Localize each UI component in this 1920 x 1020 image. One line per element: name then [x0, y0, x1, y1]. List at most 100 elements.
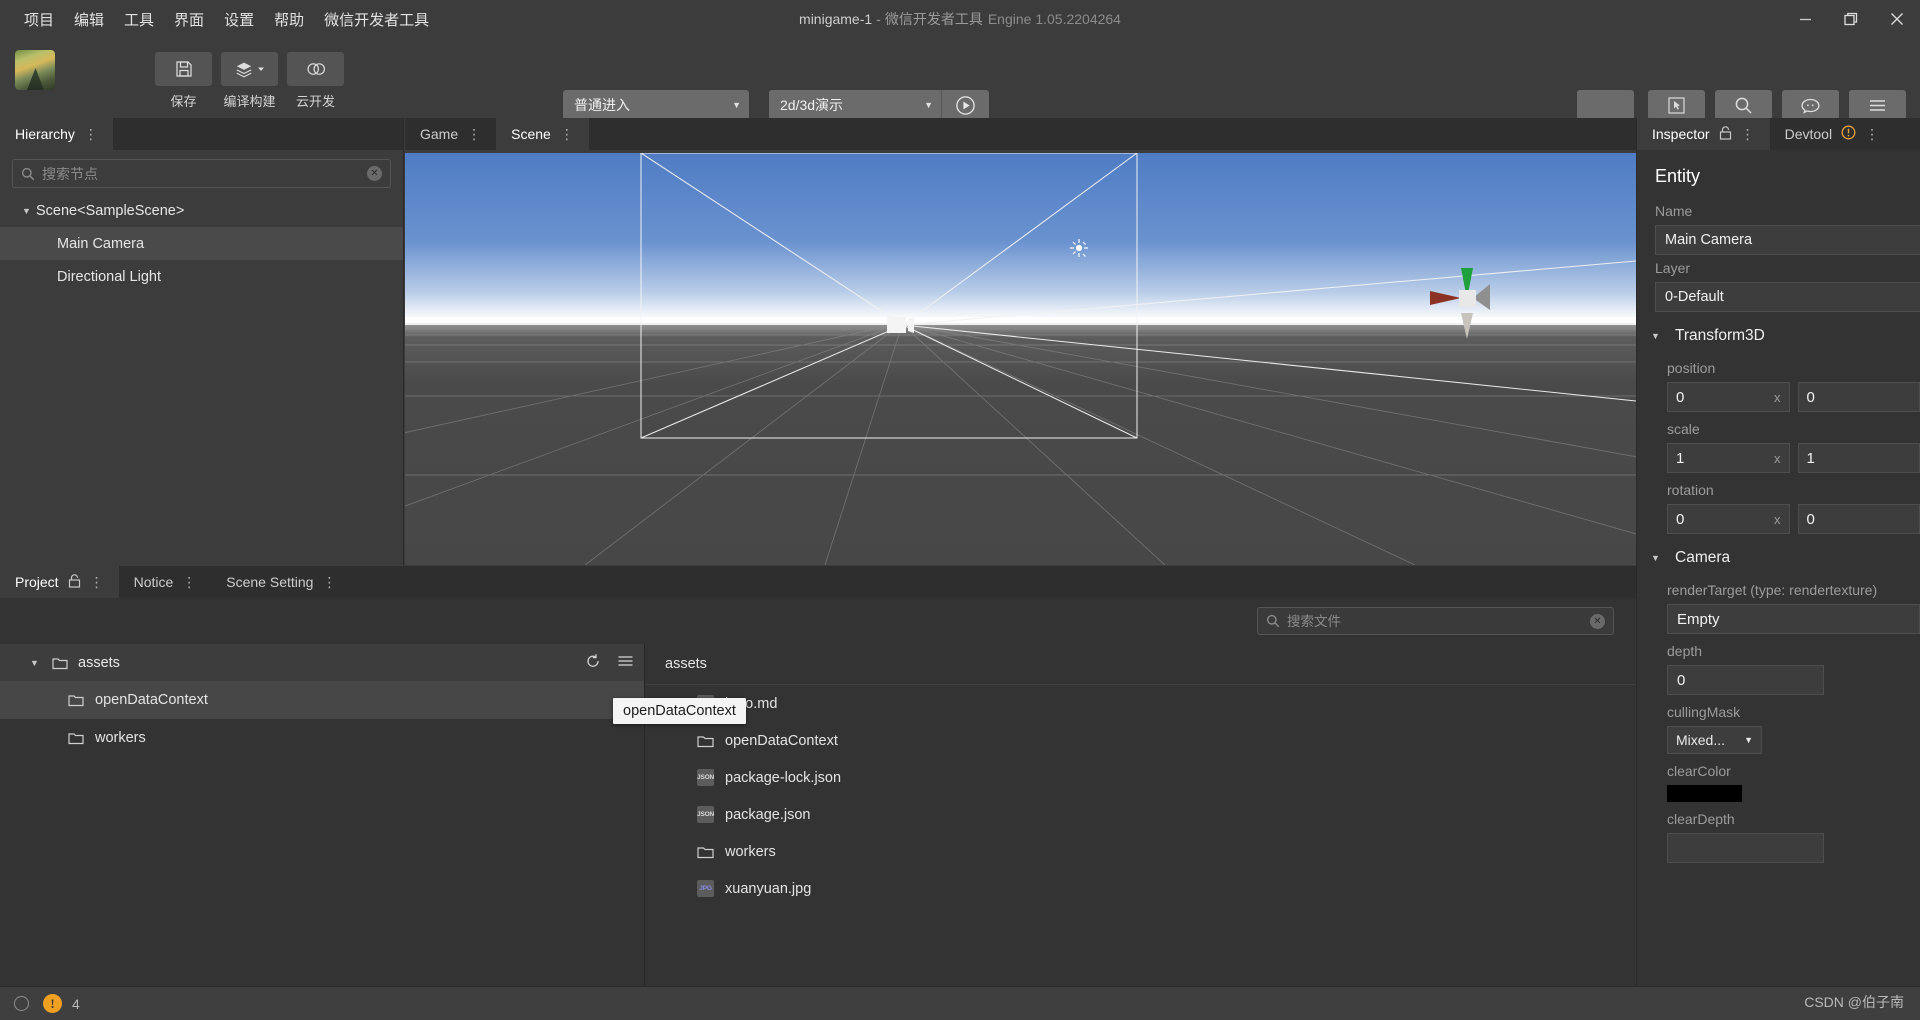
rotation-x-input[interactable]: 0 x [1667, 504, 1790, 534]
play-button[interactable] [941, 90, 989, 120]
file-row-intro-md[interactable]: MD intro.md [645, 685, 1636, 722]
scene-setting-menu-icon[interactable]: ⋮ [322, 575, 336, 589]
position-y-input[interactable]: 0 [1797, 382, 1920, 412]
minimize-button[interactable] [1782, 0, 1828, 38]
project-menu-icon[interactable]: ⋮ [90, 575, 104, 589]
build-button[interactable] [221, 52, 278, 86]
scene-select[interactable]: 2d/3d演示 ▼ [769, 90, 941, 120]
lock-icon[interactable] [68, 573, 81, 591]
hierarchy-search-input[interactable] [42, 165, 360, 182]
chevron-down-icon[interactable]: ▼ [30, 658, 44, 668]
tab-project[interactable]: Project ⋮ [0, 566, 119, 598]
camera-section-header[interactable]: ▼ Camera [1637, 534, 1920, 573]
file-search-input[interactable] [1287, 613, 1583, 629]
hierarchy-search-box[interactable]: ✕ [12, 159, 391, 188]
play-icon [956, 95, 975, 115]
folder-tree-root-row[interactable]: ▼ assets [0, 644, 644, 681]
menu-item-tools[interactable]: 工具 [114, 6, 164, 33]
menu-item-edit[interactable]: 编辑 [64, 6, 114, 33]
clear-icon[interactable]: ✕ [367, 166, 382, 181]
file-row-workers[interactable]: workers [645, 833, 1636, 870]
chevron-down-icon[interactable]: ▼ [1651, 553, 1665, 563]
transform3d-section-header[interactable]: ▼ Transform3D [1637, 312, 1920, 351]
version-button[interactable] [1648, 90, 1705, 120]
depth-label: depth [1667, 643, 1703, 659]
file-row-package-lock-json[interactable]: JSON package-lock.json [645, 759, 1636, 796]
search-button[interactable] [1715, 90, 1772, 120]
warning-icon: ! [43, 994, 62, 1013]
chevron-down-icon[interactable]: ▼ [1651, 331, 1665, 341]
layer-input[interactable]: 0-Default [1655, 282, 1920, 312]
scale-x-input[interactable]: 1 x [1667, 443, 1790, 473]
menu-item-help[interactable]: 帮助 [264, 6, 314, 33]
hierarchy-node-label: Scene<SampleScene> [36, 202, 185, 219]
tab-notice-label: Notice [133, 574, 174, 590]
warning-icon [1841, 125, 1856, 143]
lock-icon[interactable] [1719, 125, 1732, 143]
window-title-app: 微信开发者工具 [884, 11, 983, 27]
clear-color-swatch[interactable] [1667, 785, 1742, 802]
scale-y-input[interactable]: 1 [1797, 443, 1920, 473]
game-tab-menu-icon[interactable]: ⋮ [467, 127, 481, 141]
help-button[interactable] [1782, 90, 1839, 120]
menu-item-interface[interactable]: 界面 [164, 6, 214, 33]
folder-tree-column: ▼ assets openDataContext workers [0, 644, 645, 986]
camera-gizmo [887, 317, 914, 333]
tab-scene-setting[interactable]: Scene Setting ⋮ [211, 566, 352, 598]
tab-notice[interactable]: Notice ⋮ [118, 566, 212, 598]
tab-inspector[interactable]: Inspector ⋮ [1637, 118, 1770, 150]
hierarchy-menu-icon[interactable]: ⋮ [84, 127, 98, 141]
file-row-xuanyuan-jpg[interactable]: JPG xuanyuan.jpg [645, 870, 1636, 907]
status-circle-icon[interactable] [14, 996, 29, 1011]
devtool-menu-icon[interactable]: ⋮ [1865, 127, 1879, 141]
tab-scene[interactable]: Scene ⋮ [496, 118, 589, 150]
hierarchy-node-main-camera[interactable]: Main Camera [0, 227, 403, 260]
position-x-input[interactable]: 0 x [1667, 382, 1790, 412]
menu-item-project[interactable]: 项目 [14, 6, 64, 33]
notice-menu-icon[interactable]: ⋮ [182, 575, 196, 589]
rotation-y-input[interactable]: 0 [1797, 504, 1920, 534]
clear-icon[interactable]: ✕ [1590, 613, 1605, 629]
menu-item-settings[interactable]: 设置 [214, 6, 264, 33]
menu-item-wechat-devtools[interactable]: 微信开发者工具 [314, 6, 439, 33]
maximize-button[interactable] [1828, 0, 1874, 38]
folder-icon [68, 695, 84, 707]
folder-row-opendatacontext[interactable]: openDataContext [0, 681, 644, 719]
depth-input[interactable]: 0 [1667, 665, 1824, 695]
position-y-value: 0 [1806, 388, 1815, 406]
save-button[interactable] [155, 52, 212, 86]
window-title-separator: - [876, 11, 881, 27]
clear-depth-input[interactable] [1667, 833, 1824, 863]
close-button[interactable] [1874, 0, 1920, 38]
file-row-opendatacontext[interactable]: openDataContext [645, 722, 1636, 759]
name-input[interactable]: Main Camera [1655, 225, 1920, 255]
refresh-icon[interactable] [585, 653, 601, 673]
render-target-input[interactable]: Empty [1667, 604, 1920, 634]
culling-mask-select[interactable]: Mixed... ▼ [1667, 726, 1762, 754]
run-mode-select[interactable]: 普通进入 ▼ [563, 90, 749, 120]
scale-row: 1 x 1 [1637, 443, 1920, 473]
tab-devtool-label: Devtool [1784, 126, 1833, 142]
inspector-menu-icon[interactable]: ⋮ [1741, 127, 1755, 141]
tab-game-label: Game [420, 126, 459, 142]
file-search-box[interactable]: ✕ [1257, 607, 1614, 635]
file-row-package-json[interactable]: JSON package.json [645, 796, 1636, 833]
folder-row-workers[interactable]: workers [0, 719, 644, 757]
tab-devtool[interactable]: Devtool ⋮ [1769, 118, 1895, 150]
scene-tab-menu-icon[interactable]: ⋮ [560, 127, 574, 141]
warning-indicator[interactable]: ! 4 [43, 994, 80, 1013]
tab-game[interactable]: Game ⋮ [405, 118, 497, 150]
cloud-button[interactable] [287, 52, 344, 86]
tab-project-label: Project [15, 574, 59, 590]
rotation-x-value: 0 [1676, 510, 1685, 528]
scene-viewport[interactable] [405, 153, 1636, 565]
weida-console-button[interactable] [1576, 90, 1634, 120]
tab-hierarchy[interactable]: Hierarchy ⋮ [0, 118, 113, 150]
folder-menu-icon[interactable] [617, 654, 634, 672]
hierarchy-node-scene[interactable]: ▼ Scene<SampleScene> [0, 194, 403, 227]
hierarchy-node-directional-light[interactable]: Directional Light [0, 260, 403, 293]
inspector-body: Entity Name Main Camera Layer 0-Default … [1637, 150, 1920, 863]
chevron-down-icon[interactable]: ▼ [22, 206, 36, 216]
details-button[interactable] [1849, 90, 1906, 120]
folder-icon [68, 733, 84, 745]
